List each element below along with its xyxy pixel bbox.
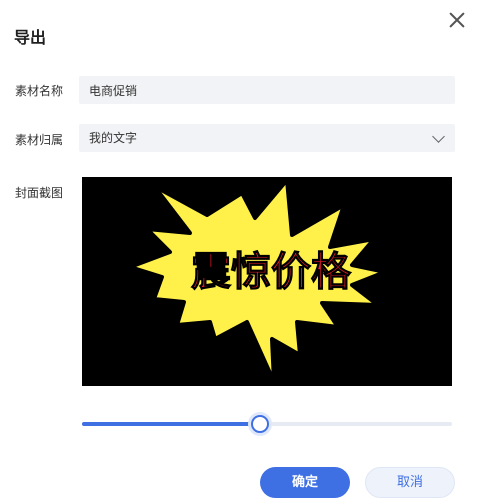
material-category-select[interactable]: 我的文字: [79, 124, 455, 152]
burst-graphic: 震惊价格: [128, 178, 387, 384]
slider-fill: [82, 422, 260, 426]
material-name-field[interactable]: [79, 76, 455, 104]
cancel-button[interactable]: 取消: [365, 467, 455, 498]
close-icon[interactable]: [446, 9, 468, 31]
cover-screenshot-label: 封面截图: [15, 186, 64, 200]
chevron-down-icon: [432, 130, 445, 143]
material-name-label: 素材名称: [15, 84, 64, 98]
dialog-title: 导出: [14, 28, 47, 47]
cover-screenshot-preview: 震惊价格: [82, 177, 452, 386]
cover-frame-slider[interactable]: [82, 414, 452, 434]
material-name-input[interactable]: [89, 76, 445, 104]
slider-thumb[interactable]: [250, 415, 269, 433]
confirm-button[interactable]: 确定: [260, 467, 350, 498]
category-selected-value: 我的文字: [89, 131, 138, 145]
cover-headline: 震惊价格: [191, 249, 352, 295]
material-category-label: 素材归属: [15, 133, 64, 147]
